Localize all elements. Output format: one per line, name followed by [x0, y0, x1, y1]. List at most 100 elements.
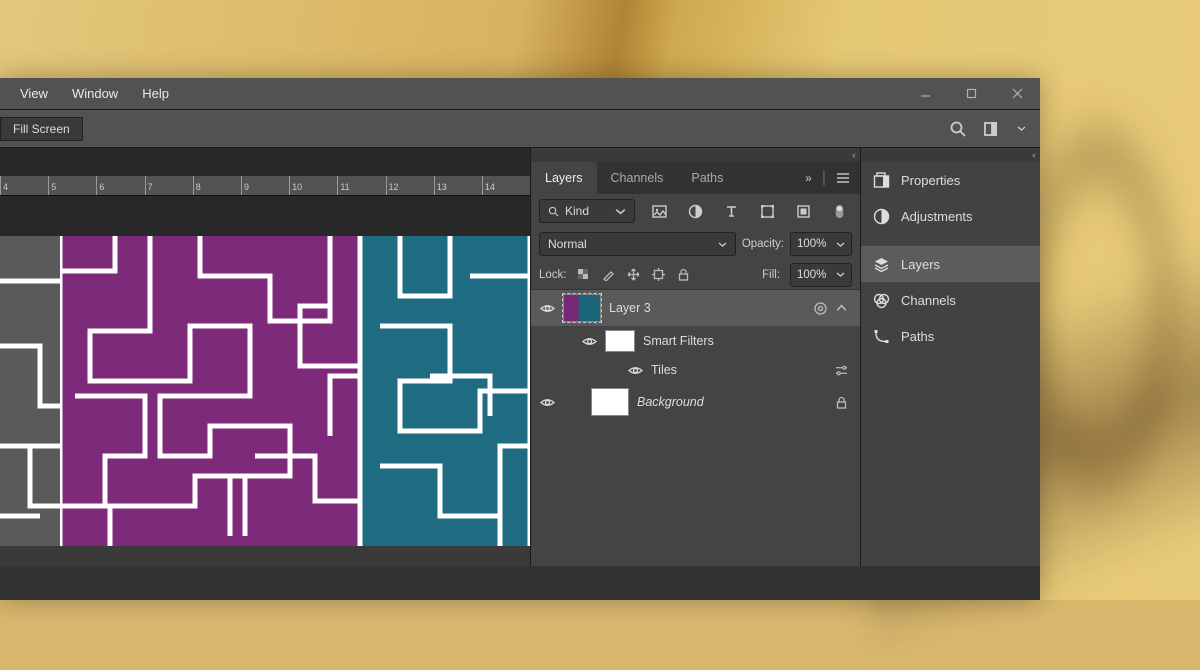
collapse-chevrons-icon: ‹‹ [1032, 150, 1034, 160]
filter-toggle-icon[interactable] [831, 203, 847, 219]
minimize-button[interactable] [902, 80, 948, 108]
close-button[interactable] [994, 80, 1040, 108]
opacity-label: Opacity: [742, 238, 784, 250]
side-item-label: Adjustments [901, 209, 973, 224]
side-item-layers[interactable]: Layers [861, 246, 1040, 282]
filter-smart-icon[interactable] [795, 203, 811, 219]
workspace: 4 5 6 7 8 9 10 11 12 13 14 [0, 148, 1040, 566]
panel-tabs: Layers Channels Paths » | [531, 162, 860, 194]
visibility-toggle[interactable] [539, 397, 555, 408]
menu-view[interactable]: View [8, 80, 60, 107]
side-item-adjustments[interactable]: Adjustments [861, 198, 1040, 234]
lock-row: Lock: Fill: 100% [531, 260, 860, 290]
tab-channels[interactable]: Channels [597, 162, 678, 194]
ruler-tick: 10 [289, 176, 337, 195]
smart-object-icon [814, 302, 827, 315]
visibility-toggle[interactable] [539, 303, 555, 314]
collapse-chevrons-icon: ‹‹ [852, 150, 854, 160]
blend-row: Normal Opacity: 100% [531, 228, 860, 260]
opacity-value: 100% [797, 238, 826, 250]
side-item-label: Paths [901, 329, 934, 344]
lock-artboard-icon[interactable] [652, 268, 665, 281]
lock-label: Lock: [539, 269, 567, 281]
filter-shape-icon[interactable] [759, 203, 775, 219]
layer-item-smart-filters[interactable]: Smart Filters [531, 326, 860, 356]
layer-thumbnail[interactable] [563, 294, 601, 322]
layer-name[interactable]: Layer 3 [609, 301, 806, 315]
options-bar: Fill Screen [0, 110, 1040, 148]
filter-blend-options-icon[interactable] [835, 364, 848, 377]
fill-value: 100% [797, 269, 826, 281]
filter-adjust-icon[interactable] [688, 203, 704, 219]
layer-filter-row: Kind [531, 194, 860, 228]
layer-item-background[interactable]: Background [531, 384, 860, 420]
tab-paths[interactable]: Paths [677, 162, 737, 194]
menu-window[interactable]: Window [60, 80, 130, 107]
layer-filter-tiles[interactable]: Tiles [531, 356, 860, 384]
filter-pixel-icon[interactable] [652, 203, 668, 219]
ruler-tick: 9 [241, 176, 289, 195]
blend-mode-label: Normal [548, 237, 587, 251]
ruler-tick: 6 [96, 176, 144, 195]
ruler-tick: 13 [434, 176, 482, 195]
chevron-down-icon [718, 240, 727, 249]
visibility-toggle[interactable] [627, 365, 643, 376]
layer-thumbnail[interactable] [591, 388, 629, 416]
lock-transparency-icon[interactable] [577, 268, 590, 281]
side-item-properties[interactable]: Properties [861, 162, 1040, 198]
layers-icon [873, 256, 890, 273]
workspace-switcher-icon[interactable] [983, 120, 1001, 138]
app-window: View Window Help Fill Screen 4 5 6 7 8 [0, 78, 1040, 600]
fill-field[interactable]: 100% [790, 263, 852, 287]
search-icon[interactable] [949, 120, 967, 138]
chevron-down-icon [615, 206, 626, 217]
ruler-tick: 14 [482, 176, 530, 195]
chevron-down-icon[interactable] [1017, 124, 1026, 133]
layers-panel-group: ‹‹ Layers Channels Paths » | Kind [530, 148, 860, 566]
tiles-artwork [0, 236, 530, 546]
panel-collapse-bar[interactable]: ‹‹ [531, 148, 860, 162]
blend-mode-select[interactable]: Normal [539, 232, 736, 256]
lock-pixels-icon[interactable] [602, 268, 615, 281]
canvas[interactable] [0, 236, 530, 566]
lock-position-icon[interactable] [627, 268, 640, 281]
fill-label: Fill: [762, 269, 780, 281]
lock-icon[interactable] [835, 396, 848, 409]
filter-kind-select[interactable]: Kind [539, 199, 635, 223]
maximize-button[interactable] [948, 80, 994, 108]
side-item-channels[interactable]: Channels [861, 282, 1040, 318]
panel-menu-icon[interactable] [836, 172, 850, 184]
ruler-tick: 11 [337, 176, 385, 195]
properties-icon [873, 172, 890, 189]
chevron-down-icon [836, 240, 845, 249]
filter-kind-label: Kind [565, 204, 589, 218]
layer-name[interactable]: Background [637, 395, 827, 409]
visibility-toggle[interactable] [581, 336, 597, 347]
side-item-paths[interactable]: Paths [861, 318, 1040, 354]
layer-item-layer3[interactable]: Layer 3 [531, 290, 860, 326]
chevron-up-icon[interactable] [835, 302, 848, 315]
layer-list: Layer 3 Smart Filters Tiles [531, 290, 860, 566]
opacity-field[interactable]: 100% [790, 232, 852, 256]
adjustments-icon [873, 208, 890, 225]
ruler-tick: 5 [48, 176, 96, 195]
tab-layers[interactable]: Layers [531, 162, 597, 194]
panel-collapse-bar[interactable]: ‹‹ [861, 148, 1040, 162]
ruler-tick: 12 [386, 176, 434, 195]
horizontal-ruler[interactable]: 4 5 6 7 8 9 10 11 12 13 14 [0, 176, 530, 196]
menu-help[interactable]: Help [130, 80, 181, 107]
ruler-tick: 7 [145, 176, 193, 195]
channels-icon [873, 292, 890, 309]
right-icon-panel: ‹‹ Properties Adjustments Layers Channel… [860, 148, 1040, 566]
window-controls [902, 80, 1040, 108]
lock-all-icon[interactable] [677, 268, 690, 281]
fill-screen-button[interactable]: Fill Screen [0, 117, 83, 141]
chevron-down-icon [836, 270, 845, 279]
menubar: View Window Help [0, 78, 1040, 110]
side-item-label: Channels [901, 293, 956, 308]
filter-type-icon[interactable] [724, 203, 740, 219]
paths-icon [873, 328, 890, 345]
expand-panel-icon[interactable]: » [805, 171, 812, 185]
filter-mask-thumbnail[interactable] [605, 330, 635, 352]
smart-filters-label: Smart Filters [643, 334, 852, 348]
